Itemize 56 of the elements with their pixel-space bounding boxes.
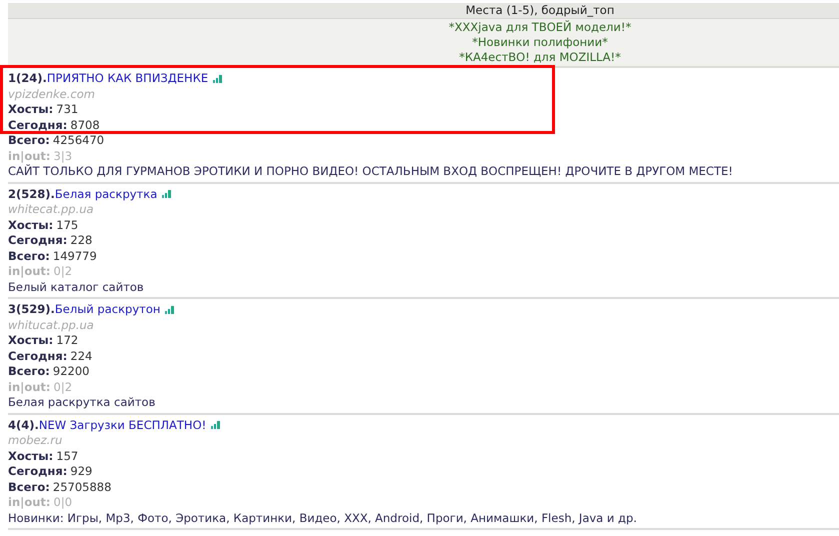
stat-label: Сегодня: [8, 464, 68, 480]
stat-value: 3|3 [54, 148, 72, 164]
stat-value: 92200 [52, 364, 90, 380]
site-description: Белая раскрутка сайтов [8, 395, 156, 410]
stat-value: 0|2 [54, 264, 72, 280]
stat-label: Сегодня: [8, 233, 68, 248]
stat-label: in|out: [8, 264, 51, 280]
stat-value: 731 [56, 102, 78, 118]
promo-link[interactable]: *КА4естВО! для MOZILLA!* [459, 50, 621, 65]
rank-number: 4(4). [8, 418, 39, 433]
stat-value: 172 [56, 333, 78, 348]
site-description: САЙТ ТОЛЬКО ДЛЯ ГУРМАНОВ ЭРОТИКИ И ПОРНО ВИДЕО! ОСТАЛЬНЫМ ВХОД ВОСПРЕЩЕН! ДРОЧИТЕ В ДРУГОМ МЕСТЕ! [8, 164, 734, 180]
stat-label: Всего: [8, 480, 50, 495]
stat-label: Хосты: [8, 102, 54, 118]
stat-label: Сегодня: [8, 118, 68, 133]
site-link[interactable]: Белая раскрутка [54, 186, 158, 202]
stat-value: 224 [70, 348, 92, 364]
site-link[interactable]: ПРИЯТНО КАК ВПИЗДЕНКЕ [46, 71, 208, 86]
stats-icon[interactable] [211, 421, 222, 430]
stat-label: Всего: [8, 133, 50, 148]
stat-value: 929 [70, 464, 92, 480]
stat-value: 175 [56, 218, 78, 233]
top-title: Места (1-5), бодрый_топ [466, 3, 614, 17]
site-link[interactable]: NEW Загрузки БЕСПЛАТНО! [38, 418, 206, 433]
stat-label: Хосты: [8, 333, 54, 348]
stats-icon[interactable] [165, 306, 176, 314]
stat-value: 149779 [52, 248, 97, 264]
stat-label: in|out: [8, 380, 51, 395]
stat-value: 228 [70, 233, 92, 248]
site-link[interactable]: Белый раскрутон [54, 302, 160, 318]
site-domain: mobez.ru [8, 433, 64, 448]
stat-label: Хосты: [8, 448, 54, 464]
site-domain: whitecat.pp.ua [8, 202, 95, 218]
stat-label: Хосты: [8, 218, 54, 233]
stat-label: Всего: [8, 364, 50, 380]
stat-label: in|out: [8, 495, 51, 510]
promo-link[interactable]: *XXXjava для ТВОЕЙ модели!* [448, 20, 632, 35]
site-description: Белый каталог сайтов [8, 280, 145, 295]
stat-value: 25705888 [52, 480, 112, 495]
stat-label: Сегодня: [8, 348, 68, 364]
stat-value: 0|0 [54, 495, 72, 510]
rank-number: 3(529). [8, 302, 55, 318]
stat-label: Всего: [8, 248, 50, 264]
stat-value: 4256470 [52, 133, 104, 148]
site-domain: whitucat.pp.ua [8, 318, 95, 333]
stats-icon[interactable] [213, 74, 224, 83]
stat-value: 8708 [70, 118, 100, 133]
rank-number: 1(24). [8, 71, 47, 86]
stat-value: 157 [56, 448, 78, 464]
stat-value: 0|2 [54, 380, 72, 395]
rank-number: 2(528). [8, 186, 55, 202]
stat-label: in|out: [8, 148, 51, 164]
promo-link[interactable]: *Новинки полифонии* [472, 35, 608, 50]
stats-icon[interactable] [162, 190, 172, 198]
site-domain: vpizdenke.com [8, 86, 96, 102]
site-description: Новинки: Игры, Mp3, Фото, Эротика, Картинки, Видео, XXX, Android, Проги, Анимашки, Flesh, Java и др. [8, 510, 638, 526]
